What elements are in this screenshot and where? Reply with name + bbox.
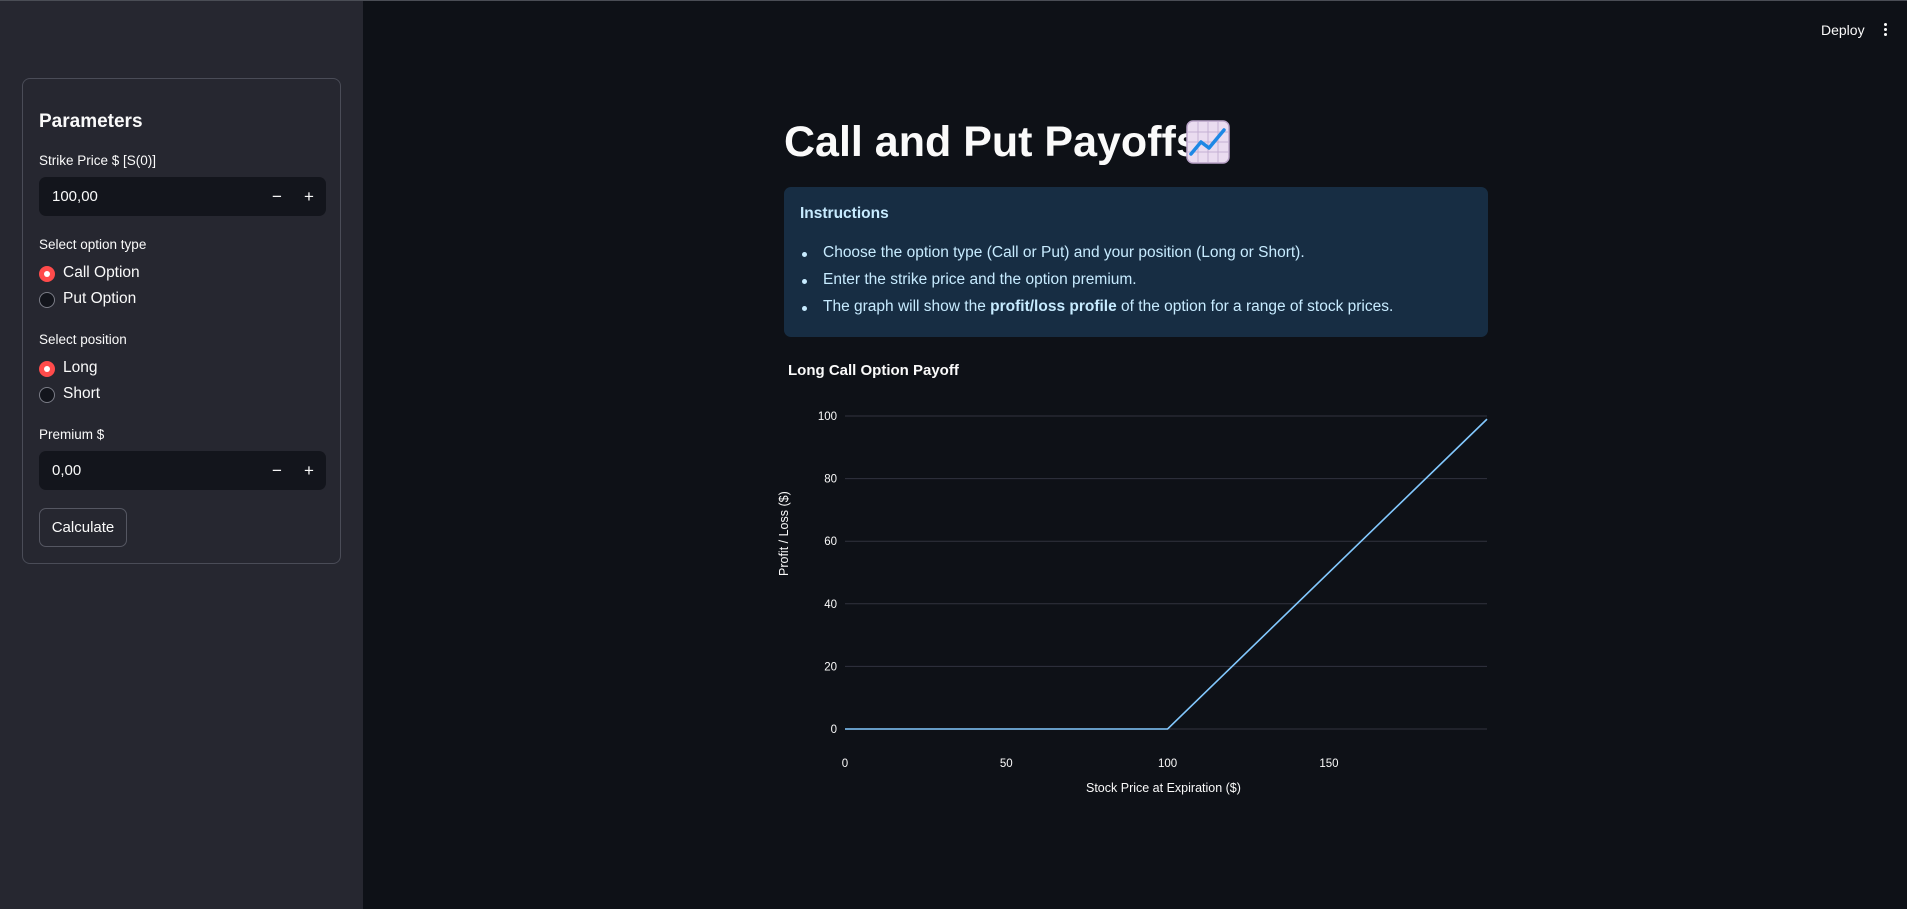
y-tick-label: 80 [824,474,837,486]
strike-price-input[interactable]: 100,00 − + [39,177,326,216]
option-type-label: Select option type [39,237,147,252]
chart-title: Long Call Option Payoff [788,362,959,379]
payoff-line [845,418,1488,730]
position-label: Select position [39,332,127,347]
payoff-chart[interactable]: 0 20 40 60 80 100 0 50 100 150 [784,396,1494,776]
instructions-title: Instructions [800,205,889,222]
instructions-list: Choose the option type (Call or Put) and… [800,244,1393,325]
premium-decrement-button[interactable]: − [261,451,293,490]
radio-button-checked[interactable] [39,361,55,377]
chart-increasing-icon [1186,120,1230,164]
radio-button[interactable] [39,292,55,308]
deploy-button[interactable]: Deploy [1821,22,1865,38]
sidebar: Parameters Strike Price $ [S(0)] 100,00 … [0,1,363,909]
instructions-box: Instructions Choose the option type (Cal… [784,187,1488,337]
list-item-text: The graph will show the [823,298,991,315]
radio-label-long: Long [63,359,98,376]
list-item: Enter the strike price and the option pr… [800,271,1393,298]
radio-button-checked[interactable] [39,266,55,282]
y-tick-label: 20 [824,661,837,673]
radio-button[interactable] [39,387,55,403]
parameters-form: Parameters Strike Price $ [S(0)] 100,00 … [22,78,341,564]
y-tick-label: 100 [818,411,837,423]
more-vert-icon[interactable] [1882,23,1888,39]
list-item: Choose the option type (Call or Put) and… [800,244,1393,271]
x-tick-label: 100 [1158,758,1177,770]
list-item: The graph will show the profit/loss prof… [800,298,1393,325]
list-item-bold-text: profit/loss profile [990,298,1117,315]
y-tick-label: 60 [824,536,837,548]
x-tick-label: 150 [1319,758,1338,770]
x-axis-label: Stock Price at Expiration ($) [1086,781,1241,795]
premium-label: Premium $ [39,427,105,442]
strike-price-value[interactable]: 100,00 [52,188,98,205]
calculate-button[interactable]: Calculate [39,508,127,547]
radio-label-short: Short [63,385,101,402]
y-axis-label: Profit / Loss ($) [777,491,791,576]
x-tick-label: 0 [842,758,848,770]
premium-input[interactable]: 0,00 − + [39,451,326,490]
premium-increment-button[interactable]: + [293,451,325,490]
strike-price-label: Strike Price $ [S(0)] [39,153,157,168]
x-tick-label: 50 [1000,758,1013,770]
list-item-text: of the option for a range of stock price… [1116,298,1394,315]
y-tick-label: 0 [831,724,837,736]
radio-label-call-option: Call Option [63,264,140,281]
page-title: Call and Put Payoffs [784,118,1200,166]
strike-increment-button[interactable]: + [293,177,325,216]
radio-label-put-option: Put Option [63,290,137,307]
y-tick-label: 40 [824,599,837,611]
premium-value[interactable]: 0,00 [52,462,81,479]
strike-decrement-button[interactable]: − [261,177,293,216]
parameters-title: Parameters [39,111,143,132]
